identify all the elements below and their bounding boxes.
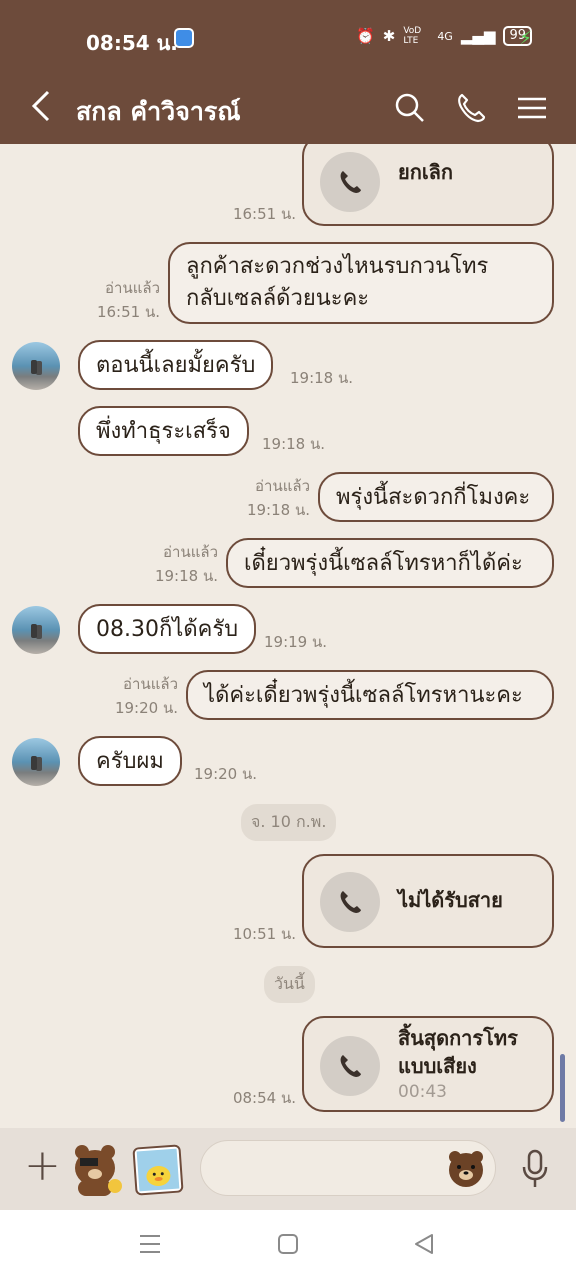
microphone-icon[interactable] [520,1148,550,1190]
message-line: ลูกค้าสะดวกช่วงไหนรบกวนโทร [186,254,489,279]
message-meta: อ่านแล้ว 19:18 น. [220,474,310,522]
message-time: 19:20 น. [114,699,178,717]
message-meta: อ่านแล้ว 19:20 น. [88,672,178,720]
read-status: อ่านแล้ว [105,279,160,297]
input-bar: + [0,1128,576,1210]
status-bar: 08:54 น. ⏰ ✱ VoD LTE 4G ▂▄▆ 99 ⚡ [0,0,576,76]
chat-header: สกล คำวิจารณ์ [0,76,576,144]
message-bubble-outgoing[interactable]: พรุ่งนี้สะดวกกี่โมงคะ [318,472,554,522]
message-meta: อ่านแล้ว 16:51 น. [70,276,160,324]
call-label: ไม่ได้รับสาย [398,888,503,912]
call-label: สิ้นสุดการโทร แบบเสียง [398,1024,518,1080]
message-bubble-incoming[interactable]: ครับผม [78,736,182,786]
read-status: อ่านแล้ว [163,543,218,561]
signal-4g-label: 4G [437,29,453,43]
app-notification-icon [174,28,194,48]
call-bubble-cancelled[interactable]: ยกเลิก [302,144,554,226]
menu-icon[interactable] [514,90,550,126]
message-time: 08:54 น. [232,1089,296,1107]
message-time: 19:20 น. [194,765,258,783]
status-time: 08:54 น. [86,31,178,55]
message-time: 10:51 น. [232,925,296,943]
message-time: 19:18 น. [154,567,218,585]
bluetooth-icon: ✱ [382,27,396,45]
message-bubble-outgoing[interactable]: เดี๋ยวพรุ่งนี้เซลล์โทรหาก็ได้ค่ะ [226,538,554,588]
message-time: 19:18 น. [290,369,354,387]
contact-name[interactable]: สกล คำวิจารณ์ [76,92,241,132]
message-bubble-incoming[interactable]: 08.30ก็ได้ครับ [78,604,257,654]
contact-avatar[interactable] [12,342,60,390]
status-icons: ⏰ ✱ VoD LTE 4G ▂▄▆ 99 [356,26,532,46]
home-icon[interactable] [276,1232,300,1263]
contact-avatar[interactable] [12,606,60,654]
back-icon[interactable] [30,88,52,133]
message-bubble-incoming[interactable]: พึ่งทำธุระเสร็จ [78,406,249,456]
read-status: อ่านแล้ว [123,675,178,693]
read-status: อ่านแล้ว [255,477,310,495]
recent-apps-icon[interactable] [138,1232,162,1263]
chat-area[interactable]: ยกเลิก 16:51 น. ลูกค้าสะดวกช่วงไหนรบกวนโ… [0,144,576,1128]
message-time: 16:51 น. [96,303,160,321]
contact-avatar[interactable] [12,738,60,786]
phone-icon [320,152,380,212]
back-nav-icon[interactable] [412,1232,436,1263]
signal-bars-icon: ▂▄▆ [460,27,496,45]
sticker-gallery-icon[interactable] [132,1144,184,1196]
date-separator: วันนี้ [264,966,315,1003]
message-time: 19:19 น. [264,633,328,651]
phone-call-icon[interactable] [453,90,489,126]
message-time: 19:18 น. [262,435,326,453]
call-bubble-ended[interactable]: สิ้นสุดการโทร แบบเสียง 00:43 [302,1016,554,1112]
phone-icon [320,1036,380,1096]
call-label-line: สิ้นสุดการโทร [398,1026,518,1050]
phone-icon [320,872,380,932]
message-line: กลับเซลล์ด้วยนะคะ [186,286,370,311]
system-nav-bar [0,1210,576,1280]
call-label-line: แบบเสียง [398,1054,477,1078]
date-separator: จ. 10 ก.พ. [241,804,337,841]
network-label: VoD LTE [403,26,422,46]
emoji-bear-icon[interactable] [445,1147,487,1193]
message-bubble-outgoing[interactable]: ได้ค่ะเดี๋ยวพรุ่งนี้เซลล์โทรหานะคะ [186,670,554,720]
search-icon[interactable] [392,90,428,126]
alarm-icon: ⏰ [356,27,375,45]
charging-icon: ⚡ [519,28,532,49]
plus-icon[interactable]: + [24,1144,61,1188]
message-time: 16:51 น. [232,205,296,223]
message-bubble-incoming[interactable]: ตอนนี้เลยมั้ยครับ [78,340,274,390]
message-bubble-outgoing[interactable]: ลูกค้าสะดวกช่วงไหนรบกวนโทร กลับเซลล์ด้วย… [168,242,554,324]
call-label: ยกเลิก [398,160,454,184]
message-time: 19:18 น. [246,501,310,519]
message-meta: อ่านแล้ว 19:18 น. [128,540,218,588]
brown-bear-sticker-icon[interactable] [70,1140,124,1198]
scrollbar[interactable] [560,1054,565,1122]
call-duration: 00:43 [398,1082,447,1102]
call-bubble-missed[interactable]: ไม่ได้รับสาย [302,854,554,948]
message-input[interactable] [200,1140,496,1196]
